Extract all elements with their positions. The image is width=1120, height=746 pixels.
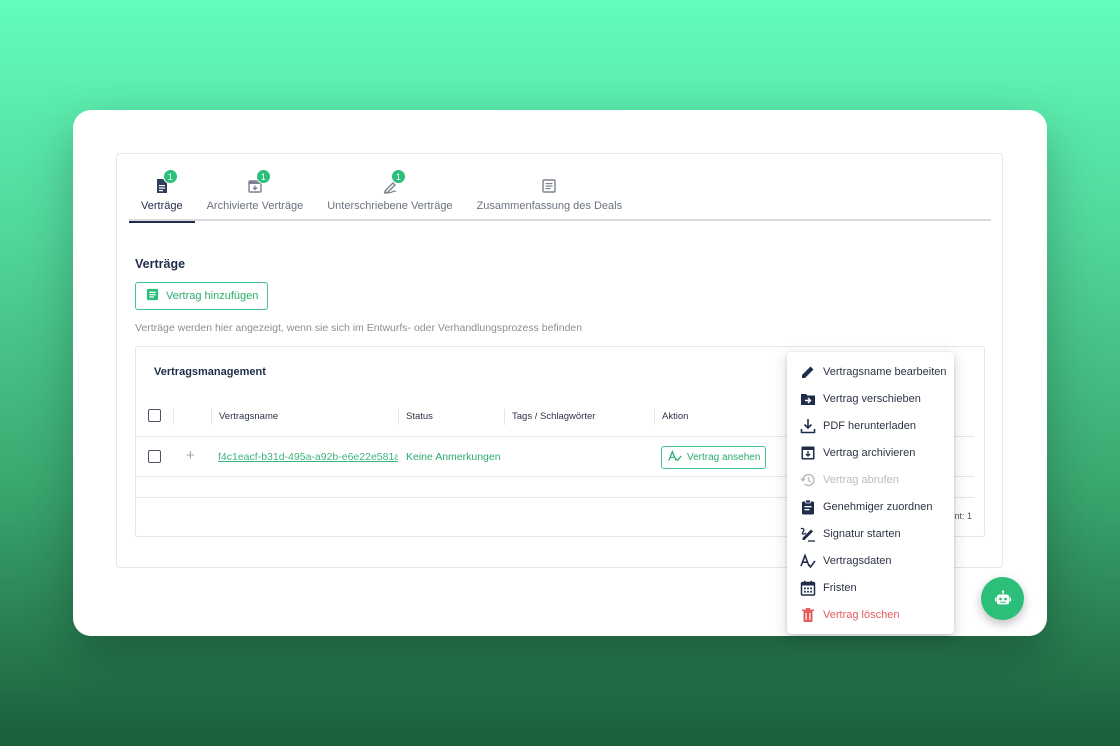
menu-item-label: Vertragsname bearbeiten xyxy=(823,365,947,378)
menu-item-label: Signatur starten xyxy=(823,527,901,540)
select-all-checkbox[interactable] xyxy=(148,409,161,422)
view-contract-button[interactable]: Vertrag ansehen xyxy=(661,446,766,469)
add-contract-label: Vertrag hinzufügen xyxy=(166,290,259,302)
text-check-icon xyxy=(800,552,816,568)
tab-archived[interactable]: 1 Archivierte Verträge xyxy=(195,168,316,221)
robot-icon xyxy=(994,589,1011,604)
folder-move-icon xyxy=(801,393,815,405)
archive-icon xyxy=(801,446,815,459)
menu-item-assign-approver[interactable]: Genehmiger zuordnen xyxy=(787,493,954,520)
menu-item-start-signature[interactable]: Signatur starten xyxy=(787,520,954,547)
column-header-expand xyxy=(173,409,211,425)
signature-icon xyxy=(800,527,815,542)
tab-label: Zusammenfassung des Deals xyxy=(476,200,623,212)
status-text: Keine Anmerkungen xyxy=(406,451,501,463)
calendar-icon xyxy=(800,580,816,596)
menu-item-deadlines[interactable]: Fristen xyxy=(787,574,954,601)
tab-summary[interactable]: Zusammenfassung des Deals xyxy=(465,168,635,221)
menu-item-move[interactable]: Vertrag verschieben xyxy=(787,385,954,412)
context-menu: Vertragsname bearbeiten Vertrag verschie… xyxy=(787,352,954,634)
menu-item-edit-name[interactable]: Vertragsname bearbeiten xyxy=(787,358,954,385)
tab-badge: 1 xyxy=(162,169,178,184)
column-header-tags[interactable]: Tags / Schlagwörter xyxy=(504,409,654,425)
menu-item-label: Vertrag abrufen xyxy=(823,473,899,486)
menu-item-retrieve[interactable]: Vertrag abrufen xyxy=(787,466,954,493)
menu-item-label: PDF herunterladen xyxy=(823,419,916,432)
tab-vertraege[interactable]: 1 Verträge xyxy=(129,168,195,223)
clipboard-icon xyxy=(802,499,814,514)
menu-item-label: Vertrag löschen xyxy=(823,608,900,621)
tab-label: Verträge xyxy=(141,200,183,212)
tab-badge: 1 xyxy=(255,169,271,184)
menu-item-contract-data[interactable]: Vertragsdaten xyxy=(787,547,954,574)
expand-icon[interactable]: + xyxy=(186,447,195,464)
tab-signed[interactable]: 1 Unterschriebene Verträge xyxy=(315,168,464,221)
tab-label: Unterschriebene Verträge xyxy=(327,200,453,212)
view-contract-label: Vertrag ansehen xyxy=(687,452,761,463)
column-header-status[interactable]: Status xyxy=(398,409,504,425)
history-icon xyxy=(800,473,815,486)
download-icon xyxy=(800,418,816,433)
add-contract-button[interactable]: Vertrag hinzufügen xyxy=(135,282,268,310)
trash-icon xyxy=(802,607,814,622)
signature-icon: 1 xyxy=(382,169,406,194)
row-checkbox[interactable] xyxy=(148,450,161,463)
assistant-fab-button[interactable] xyxy=(981,577,1024,620)
document-add-icon xyxy=(146,288,159,304)
section-hint: Verträge werden hier angezeigt, wenn sie… xyxy=(135,322,583,334)
text-check-icon xyxy=(668,449,682,466)
section-title: Verträge xyxy=(135,257,186,271)
summary-icon xyxy=(541,178,557,194)
contract-name-link[interactable]: f4c1eacf-b31d-495a-a92b-e6e22e581ac xyxy=(218,451,398,463)
menu-item-download-pdf[interactable]: PDF herunterladen xyxy=(787,412,954,439)
column-header-action: Aktion xyxy=(654,409,784,425)
archive-box-icon: 1 xyxy=(247,169,271,194)
menu-item-label: Vertrag archivieren xyxy=(823,446,916,459)
menu-item-label: Vertragsdaten xyxy=(823,554,892,567)
tab-label: Archivierte Verträge xyxy=(206,200,304,212)
menu-item-label: Vertrag verschieben xyxy=(823,392,921,405)
column-header-name[interactable]: Vertragsname xyxy=(211,409,398,425)
menu-item-label: Fristen xyxy=(823,581,857,594)
menu-item-archive[interactable]: Vertrag archivieren xyxy=(787,439,954,466)
tab-badge: 1 xyxy=(390,169,406,184)
table-footer-count: nt: 1 xyxy=(954,511,972,521)
menu-item-delete[interactable]: Vertrag löschen xyxy=(787,601,954,628)
pencil-icon xyxy=(802,366,814,378)
document-icon: 1 xyxy=(154,169,178,194)
card-title: Vertragsmanagement xyxy=(154,366,266,378)
tab-bar: 1 Verträge 1 Archivierte Verträge 1 Unte… xyxy=(129,168,991,223)
menu-item-label: Genehmiger zuordnen xyxy=(823,500,933,513)
